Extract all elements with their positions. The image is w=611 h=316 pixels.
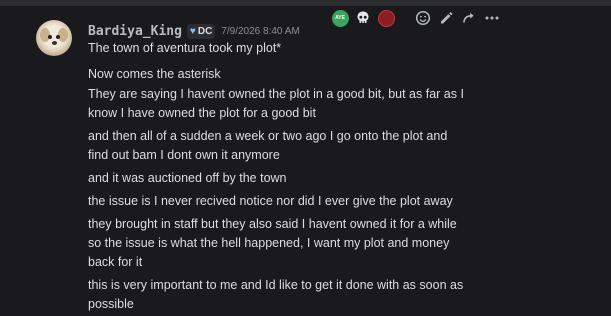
chat-view: Bardiya_King ♥ DC 7/9/2026 8:40 AM AYE T… (0, 0, 611, 316)
message-line: know I have owned the plot for a good bi… (88, 106, 316, 120)
reply-icon[interactable] (459, 8, 479, 28)
message-line: possible (88, 297, 134, 311)
avatar-eye-right (56, 35, 60, 39)
server-tag-label: DC (197, 25, 213, 37)
message-line: and then all of a sudden a week or two a… (88, 129, 448, 143)
message-line: The town of aventura took my plot* (88, 41, 282, 55)
seal-badge (377, 9, 395, 27)
more-icon[interactable] (482, 8, 502, 28)
add-reaction-icon[interactable] (413, 8, 433, 28)
aye-badge: AYE (331, 9, 349, 27)
message-line: so the issue is what the hell happened, … (88, 236, 450, 250)
message-line: they brought in staff but they also said… (88, 217, 457, 231)
timestamp[interactable]: 7/9/2026 8:40 AM (221, 26, 299, 37)
message-line: and it was auctioned off by the town (88, 171, 287, 185)
message-header: Bardiya_King ♥ DC 7/9/2026 8:40 AM (88, 22, 300, 40)
message-line: back for it (88, 255, 143, 269)
skull-icon[interactable] (353, 8, 373, 28)
message-line: They are saying I havent owned the plot … (88, 87, 464, 101)
seal-icon[interactable] (376, 8, 396, 28)
avatar-eye-left (48, 35, 52, 39)
avatar[interactable] (36, 20, 72, 56)
reaction-aye-icon[interactable]: AYE (330, 8, 350, 28)
server-tag[interactable]: ♥ DC (186, 23, 216, 39)
message-actions-toolbar: AYE (330, 8, 505, 28)
message-line: the issue is I never recived notice nor … (88, 194, 453, 208)
message-line: Now comes the asterisk (88, 67, 221, 81)
avatar-nose (51, 41, 57, 45)
username[interactable]: Bardiya_King (88, 24, 182, 39)
message-line: this is very important to me and Id like… (88, 278, 464, 292)
message-line: find out bam I dont own it anymore (88, 148, 280, 162)
edit-icon[interactable] (436, 8, 456, 28)
previous-message-edge (0, 0, 611, 6)
heart-icon: ♥ (189, 25, 196, 37)
